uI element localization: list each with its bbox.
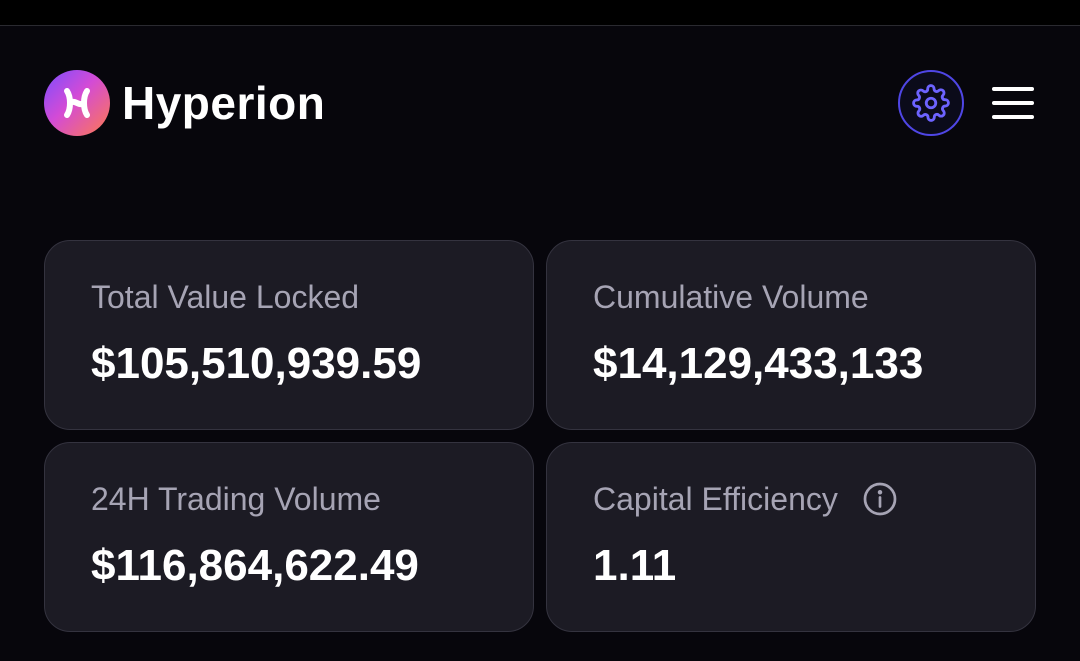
stat-card-cumulative-volume: Cumulative Volume $14,129,433,133 bbox=[546, 240, 1036, 430]
app-header: Hyperion bbox=[44, 70, 1036, 136]
hamburger-menu-icon bbox=[992, 101, 1034, 105]
stat-value: $116,864,622.49 bbox=[91, 541, 419, 590]
brand-name: Hyperion bbox=[122, 77, 326, 129]
stat-value: $14,129,433,133 bbox=[593, 339, 924, 388]
stat-label: Capital Efficiency bbox=[593, 481, 838, 517]
gear-icon bbox=[912, 84, 950, 122]
menu-button[interactable] bbox=[992, 83, 1036, 123]
top-status-strip bbox=[0, 0, 1080, 26]
stat-label-row: Capital Efficiency bbox=[593, 479, 989, 519]
hamburger-menu-icon bbox=[992, 87, 1034, 91]
stat-card-capital-efficiency: Capital Efficiency 1.11 bbox=[546, 442, 1036, 632]
info-icon[interactable] bbox=[862, 481, 898, 517]
header-actions bbox=[898, 70, 1036, 136]
stat-label: 24H Trading Volume bbox=[91, 481, 381, 517]
hamburger-menu-icon bbox=[992, 115, 1034, 119]
stat-label: Total Value Locked bbox=[91, 279, 360, 315]
stat-value: 1.11 bbox=[593, 541, 677, 590]
stat-card-24h-trading-volume: 24H Trading Volume $116,864,622.49 bbox=[44, 442, 534, 632]
settings-button[interactable] bbox=[898, 70, 964, 136]
brand[interactable]: Hyperion bbox=[44, 70, 325, 136]
stat-value: $105,510,939.59 bbox=[91, 339, 422, 388]
hyperion-logo-icon bbox=[44, 70, 110, 136]
stat-label: Cumulative Volume bbox=[593, 279, 869, 315]
stats-grid: Total Value Locked $105,510,939.59 Cumul… bbox=[44, 240, 1036, 632]
stat-card-total-value-locked: Total Value Locked $105,510,939.59 bbox=[44, 240, 534, 430]
